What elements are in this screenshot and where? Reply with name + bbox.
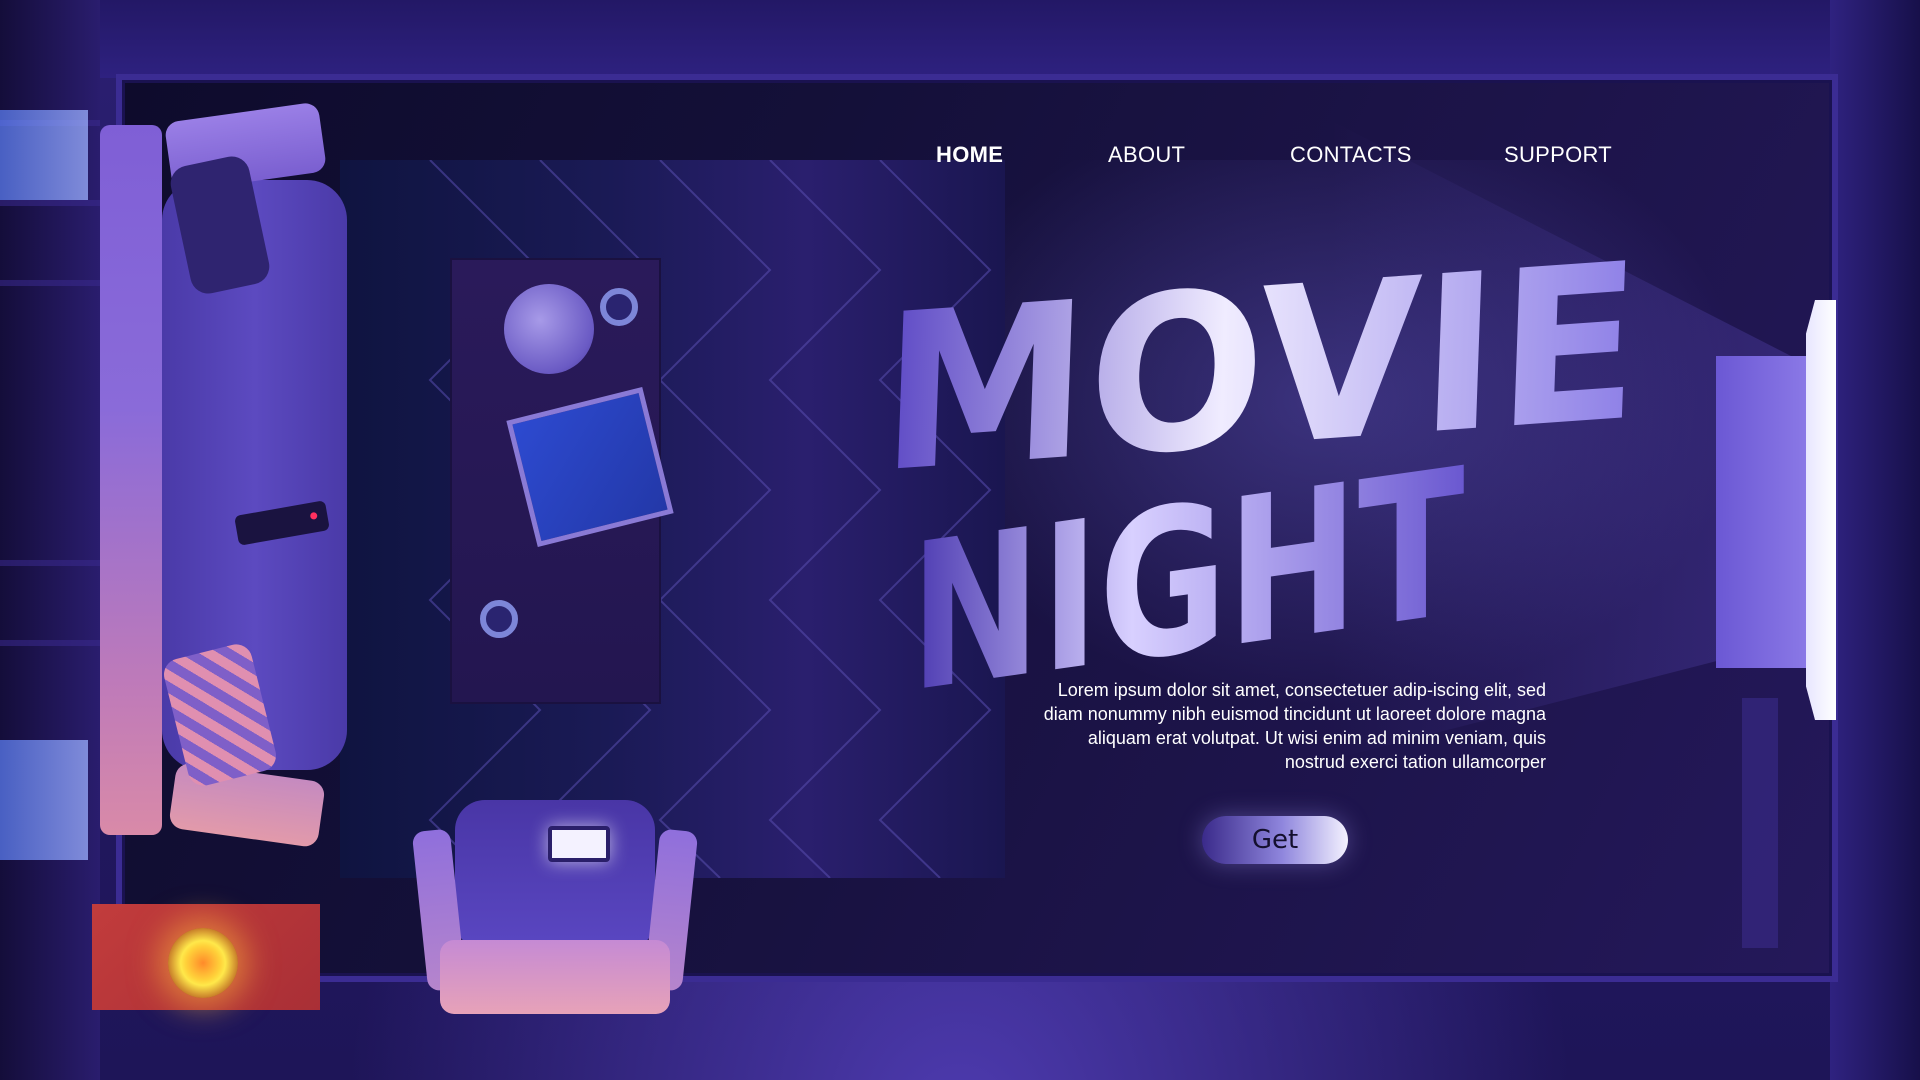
floor-lamp-icon [168,928,238,998]
tv-stand [1716,356,1806,668]
tv-stand-shadow [1742,698,1778,948]
nav-contacts[interactable]: CONTACTS [1290,142,1412,168]
tv-icon [1806,300,1836,720]
nav-home[interactable]: HOME [936,142,1003,168]
sofa-back [100,125,162,835]
phone-icon [548,826,610,862]
hero-title: MOVIE NIGHT [877,210,1700,738]
lamp-icon [504,284,594,374]
nav-about[interactable]: ABOUT [1108,142,1185,168]
get-button[interactable]: Get [1202,816,1348,864]
mug-icon [600,288,638,326]
hero-description: Lorem ipsum dolor sit amet, consectetuer… [1043,680,1546,772]
top-navigation: HOME ABOUT CONTACTS SUPPORT [0,142,1920,172]
top-wall [0,0,1920,78]
nav-support[interactable]: SUPPORT [1504,142,1612,168]
left-window-light-lower [0,740,88,860]
mug-icon [480,600,518,638]
